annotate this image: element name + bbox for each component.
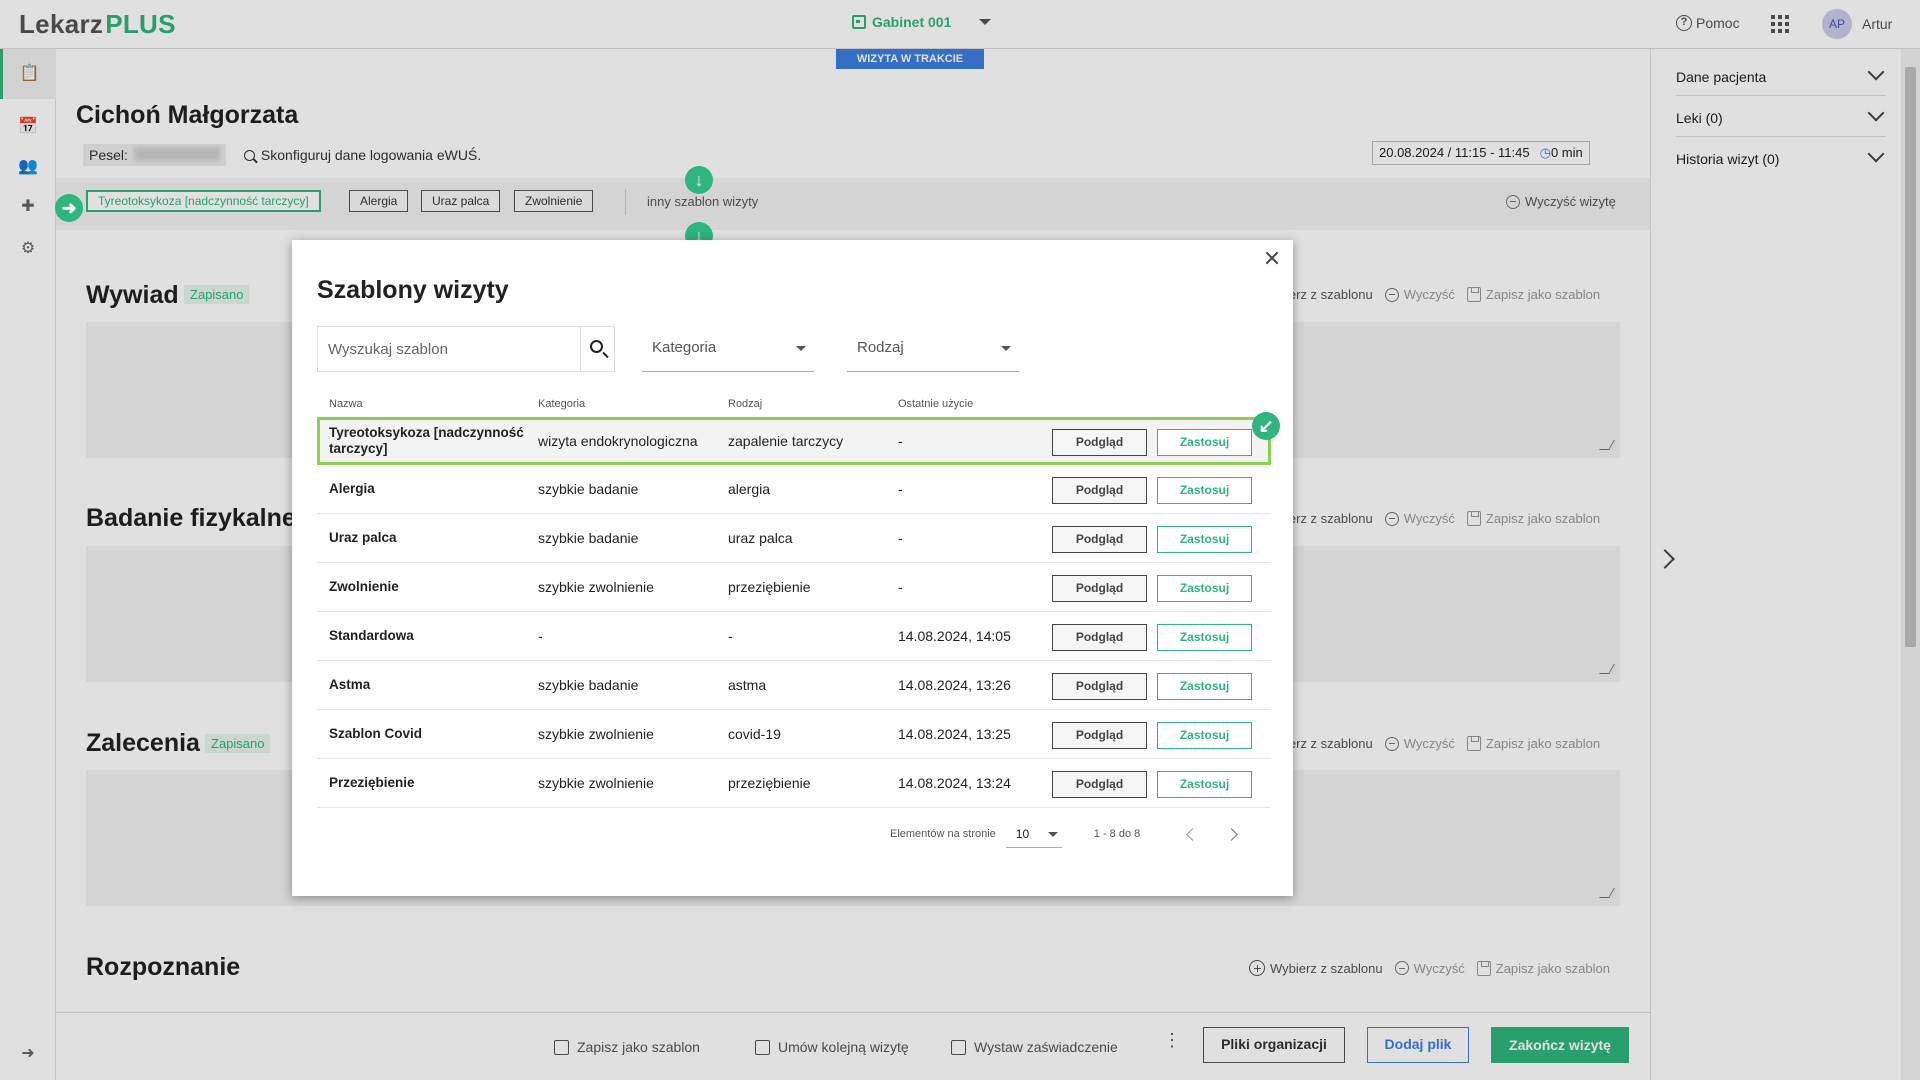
- type-filter[interactable]: Rodzaj: [847, 326, 1019, 372]
- cell-name: Zwolnienie: [329, 579, 399, 594]
- column-header-type[interactable]: Rodzaj: [728, 398, 762, 410]
- cell-category: szybkie badanie: [538, 530, 639, 546]
- caret-down-icon: [1047, 832, 1058, 837]
- caret-down-icon: [1001, 346, 1011, 351]
- table-row[interactable]: Uraz palca szybkie badanie uraz palca - Podg…: [317, 514, 1271, 563]
- cell-last-used: -: [898, 530, 903, 546]
- cell-category: szybkie zwolnienie: [538, 579, 654, 595]
- cell-last-used: 14.08.2024, 13:26: [898, 677, 1011, 693]
- per-page-label: Elementów na stronie: [890, 828, 996, 840]
- pagination: Elementów na stronie 10 1 - 8 do 8: [890, 820, 1239, 848]
- apply-button[interactable]: Zastosuj: [1157, 575, 1252, 602]
- preview-button[interactable]: Podgląd: [1052, 771, 1147, 798]
- table-row-highlighted[interactable]: Tyreotoksykoza [nadczynność tarczycy] wiz…: [317, 417, 1271, 465]
- apply-button[interactable]: Zastosuj: [1157, 771, 1252, 798]
- close-icon[interactable]: [1261, 246, 1285, 270]
- cell-type: przeziębienie: [728, 579, 811, 595]
- cell-type: zapalenie tarczycy: [728, 433, 844, 449]
- cell-name: Astma: [329, 677, 371, 692]
- preview-button[interactable]: Podgląd: [1052, 624, 1147, 651]
- prev-page-icon[interactable]: [1186, 827, 1200, 841]
- column-header-name[interactable]: Nazwa: [329, 398, 363, 410]
- apply-button[interactable]: Zastosuj: [1157, 429, 1252, 456]
- apply-button[interactable]: Zastosuj: [1157, 722, 1252, 749]
- templates-table: Nazwa Kategoria Rodzaj Ostatnie użycie T…: [317, 382, 1271, 808]
- per-page-select[interactable]: 10: [1005, 820, 1062, 848]
- table-row[interactable]: Astma szybkie badanie astma 14.08.2024, 13:…: [317, 661, 1271, 710]
- page-range: 1 - 8 do 8: [1093, 828, 1141, 840]
- hint-arrow-right-icon: ➜: [55, 194, 83, 222]
- apply-button[interactable]: Zastosuj: [1157, 624, 1252, 651]
- preview-button[interactable]: Podgląd: [1052, 429, 1147, 456]
- cell-type: przeziębienie: [728, 775, 811, 791]
- next-page-icon[interactable]: [1225, 827, 1239, 841]
- apply-button[interactable]: Zastosuj: [1157, 477, 1252, 504]
- search-icon: [590, 340, 603, 353]
- table-row[interactable]: Standardowa - - 14.08.2024, 14:05 Podgląd Zas…: [317, 612, 1271, 661]
- preview-button[interactable]: Podgląd: [1052, 722, 1147, 749]
- cell-type: uraz palca: [728, 530, 793, 546]
- cell-category: -: [538, 628, 543, 644]
- cell-type: astma: [728, 677, 767, 693]
- preview-button[interactable]: Podgląd: [1052, 575, 1147, 602]
- hint-arrow-down-icon: ↓: [685, 166, 713, 194]
- cell-name: Przeziębienie: [329, 775, 415, 790]
- modal-title: Szablony wizyty: [317, 276, 509, 304]
- category-filter[interactable]: Kategoria: [642, 326, 814, 372]
- cell-name: Uraz palca: [329, 530, 397, 545]
- apply-button[interactable]: Zastosuj: [1157, 526, 1252, 553]
- table-row[interactable]: Przeziębienie szybkie zwolnienie przeziębi…: [317, 759, 1271, 808]
- cell-last-used: 14.08.2024, 14:05: [898, 628, 1011, 644]
- cell-last-used: 14.08.2024, 13:24: [898, 775, 1011, 791]
- cell-category: szybkie badanie: [538, 677, 639, 693]
- cell-name: Alergia: [329, 481, 375, 496]
- hint-arrow-pointer-icon: ↙: [1252, 412, 1280, 440]
- apply-button[interactable]: Zastosuj: [1157, 673, 1252, 700]
- cell-last-used: -: [898, 433, 903, 449]
- table-row[interactable]: Zwolnienie szybkie zwolnienie przeziębieni…: [317, 563, 1271, 612]
- preview-button[interactable]: Podgląd: [1052, 477, 1147, 504]
- column-header-last-used[interactable]: Ostatnie użycie: [898, 398, 973, 410]
- table-header: Nazwa Kategoria Rodzaj Ostatnie użycie: [317, 382, 1271, 418]
- cell-last-used: 14.08.2024, 13:25: [898, 726, 1011, 742]
- cell-category: wizyta endokrynologiczna: [538, 433, 698, 449]
- templates-modal: Szablony wizyty Kategoria Rodzaj Nazwa K…: [292, 240, 1293, 896]
- caret-down-icon: [796, 346, 806, 351]
- preview-button[interactable]: Podgląd: [1052, 526, 1147, 553]
- cell-category: szybkie zwolnienie: [538, 726, 654, 742]
- cell-category: szybkie zwolnienie: [538, 775, 654, 791]
- cell-last-used: -: [898, 579, 903, 595]
- cell-type: alergia: [728, 481, 771, 497]
- cell-type: -: [728, 628, 733, 644]
- template-search: [317, 326, 615, 372]
- cell-type: covid-19: [728, 726, 781, 742]
- cell-last-used: -: [898, 481, 903, 497]
- search-button[interactable]: [580, 327, 614, 371]
- cell-name: Standardowa: [329, 628, 414, 643]
- preview-button[interactable]: Podgląd: [1052, 673, 1147, 700]
- table-row[interactable]: Szablon Covid szybkie zwolnienie covid-19 1…: [317, 710, 1271, 759]
- column-header-category[interactable]: Kategoria: [538, 398, 585, 410]
- table-row[interactable]: Alergia szybkie badanie alergia - Podgląd Zas…: [317, 465, 1271, 514]
- search-input[interactable]: [318, 327, 578, 371]
- cell-name: Szablon Covid: [329, 726, 423, 741]
- cell-category: szybkie badanie: [538, 481, 639, 497]
- cell-name: Tyreotoksykoza [nadczynność tarczycy]: [329, 425, 524, 456]
